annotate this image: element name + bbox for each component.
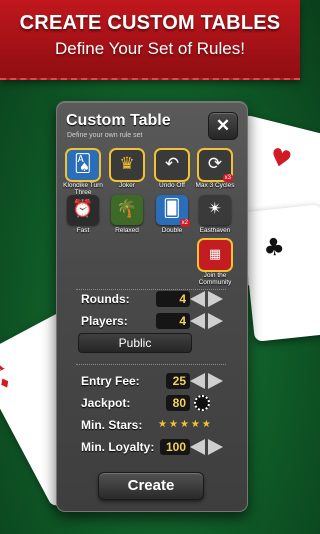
banner-title: CREATE CUSTOM TABLES [19,12,281,34]
rule-label: Fast [76,227,90,234]
visibility-button[interactable]: Public [78,333,192,353]
star-icon[interactable]: ★ [169,419,180,430]
rounds-value: 4 [156,291,190,307]
star-icon[interactable]: ★ [191,419,202,430]
rule-label: Max 3 Cycles [195,182,235,189]
increase-arrow-icon[interactable] [208,313,223,329]
rule-label: Relaxed [115,227,139,234]
background-card-clubs: ♣ [241,204,320,342]
create-button[interactable]: Create [98,472,204,500]
rule-label: Klondike Turn Three [63,182,103,196]
star-icon[interactable]: ★ [202,419,213,430]
double-cards-icon: 🂠 x2 [156,195,190,227]
min-loyalty-value: 100 [160,439,190,455]
rule-label: Join the Community [198,272,232,286]
banner-subtitle: Define Your Set of Rules! [55,39,245,58]
club-suit-icon: ♣ [261,232,287,263]
promo-banner: CREATE CUSTOM TABLES Define Your Set of … [0,0,300,80]
star-icon[interactable]: ★ [158,419,169,430]
rule-relaxed[interactable]: 🌴 Relaxed [107,195,147,247]
decrease-arrow-icon[interactable] [190,291,205,307]
badge-x3: x3 [222,174,233,182]
rounds-stepper [190,291,224,307]
star-rating[interactable]: ★★★★★ [158,419,213,430]
star-icon[interactable]: ★ [180,419,191,430]
poker-chip-icon [194,395,210,411]
clock-icon: ⏰ [67,195,99,225]
rule-label: Joker [119,182,135,189]
entry-fee-label: Entry Fee: [81,374,140,388]
increase-arrow-icon[interactable] [208,291,223,307]
players-value: 4 [156,313,190,329]
players-stepper [190,313,224,329]
panel-subtitle: Define your own rule set [67,132,143,139]
increase-arrow-icon[interactable] [208,373,223,389]
compass-icon: ✴ [199,195,231,225]
community-icon: ▦ [197,238,233,272]
rule-label: Easthaven [199,227,231,234]
rounds-label: Rounds: [81,292,130,306]
heart-suit-icon: ♥ [266,142,295,175]
decrease-arrow-icon[interactable] [190,439,205,455]
undo-icon: ↶ [154,148,190,182]
divider [76,364,226,365]
rule-fast[interactable]: ⏰ Fast [63,195,103,247]
min-loyalty-label: Min. Loyalty: [81,440,155,454]
increase-arrow-icon[interactable] [208,439,223,455]
cycle-icon: ⟳ x3 [197,148,233,182]
close-button[interactable]: ✕ [208,112,238,140]
rule-join-community[interactable]: ▦ Join the Community [195,238,235,292]
close-icon: ✕ [215,116,231,135]
divider [76,289,226,290]
jackpot-value: 80 [166,395,190,411]
jackpot-label: Jackpot: [81,396,131,410]
entry-fee-value: 25 [166,373,190,389]
cards-icon: 🂡 [65,148,101,182]
diamond-suit-icon: ♦ [0,374,15,395]
min-loyalty-stepper [190,439,224,455]
min-stars-label: Min. Stars: [81,418,143,432]
decrease-arrow-icon[interactable] [190,313,205,329]
rule-double[interactable]: 🂠 x2 Double [152,195,192,247]
panel-title: Custom Table [66,112,171,129]
players-label: Players: [81,314,128,328]
decrease-arrow-icon[interactable] [190,373,205,389]
palm-tree-icon: 🌴 [111,195,143,225]
rule-label: Double [161,227,183,234]
rule-label: Undo Off [159,182,185,189]
badge-x2: x2 [179,219,190,227]
entry-fee-stepper [190,373,224,389]
jester-hat-icon: ♛ [109,148,145,182]
